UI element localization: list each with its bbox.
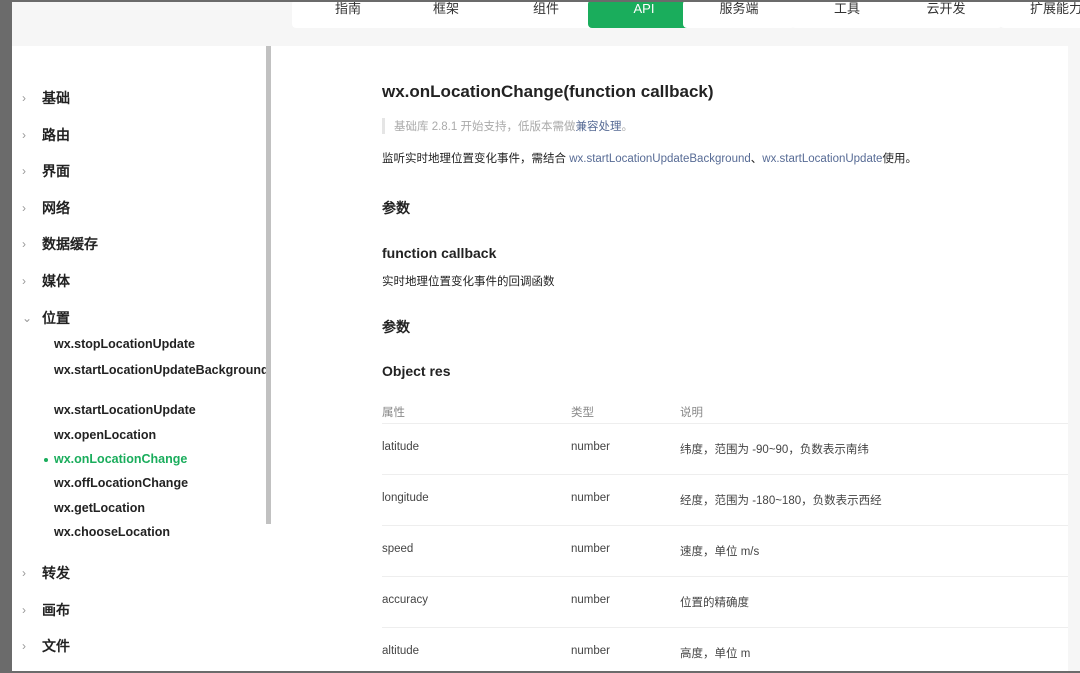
chevron-down-icon: ⌄	[22, 310, 33, 325]
chevron-right-icon: ›	[22, 200, 26, 215]
table-row: speed number 速度，单位 m/s	[382, 525, 1068, 576]
start-update-link[interactable]: wx.startLocationUpdate	[762, 153, 882, 165]
sidebar-category-label: 位置	[42, 309, 70, 326]
callback-heading: function callback	[382, 245, 497, 261]
col-header-property: 属性	[382, 407, 405, 419]
sidebar-category[interactable]: › 界面	[22, 161, 70, 181]
sidebar-category[interactable]: › 网络	[22, 198, 70, 218]
object-heading: Object res	[382, 363, 451, 379]
cell-desc: 经度，范围为 -180~180，负数表示西经	[680, 495, 882, 507]
top-nav: 指南 框架 组件 API 服务端 工具 云开发 扩展能力	[12, 2, 1080, 46]
cell-type: number	[571, 492, 610, 504]
chevron-right-icon: ›	[22, 91, 26, 105]
sidebar-item[interactable]: wx.startLocationUpdateBackground	[54, 361, 269, 379]
params-heading: 参数	[382, 200, 410, 216]
sidebar-item[interactable]: wx.startLocationUpdate	[54, 401, 244, 419]
sidebar-category-label: 网络	[42, 199, 70, 216]
cell-property: altitude	[382, 645, 420, 657]
chevron-right-icon: ›	[22, 602, 26, 617]
description: 监听实时地理位置变化事件，需结合 wx.startLocationUpdateB…	[382, 150, 917, 166]
sidebar-item[interactable]: wx.stopLocationUpdate	[54, 335, 244, 353]
sidebar-category[interactable]: › 转发	[22, 563, 70, 583]
browser-page: 指南 框架 组件 API 服务端 工具 云开发 扩展能力 › 基础 › 路由 › 界面 › 网络 › 数据缓存 ›…	[12, 2, 1080, 671]
cell-property: accuracy	[382, 594, 429, 606]
sidebar-category-label: 基础	[42, 90, 70, 106]
sidebar-item[interactable]: wx.offLocationChange	[54, 474, 244, 492]
desc-text: 监听实时地理位置变化事件，需结合	[382, 153, 570, 165]
sidebar-category-label: 路由	[42, 126, 70, 143]
sidebar-item[interactable]: wx.onLocationChange	[44, 450, 244, 468]
nav-tab[interactable]: 云开发	[890, 2, 1002, 28]
nav-tab[interactable]: 扩展能力	[1000, 2, 1080, 28]
sidebar-scrollbar[interactable]	[266, 46, 271, 524]
sidebar-category-label: 文件	[42, 638, 70, 655]
table-row: accuracy number 位置的精确度	[382, 576, 1068, 627]
version-note: 基础库 2.8.1 开始支持，低版本需做兼容处理。	[382, 118, 633, 134]
cell-desc: 高度，单位 m	[680, 648, 751, 660]
cell-type: number	[571, 441, 610, 453]
sidebar-category-label: 数据缓存	[42, 236, 98, 253]
sidebar-category-label: 转发	[42, 565, 70, 581]
compat-link[interactable]: 兼容处理	[575, 121, 621, 133]
chevron-right-icon: ›	[22, 127, 26, 142]
cell-type: number	[571, 594, 610, 606]
cell-property: latitude	[382, 441, 420, 453]
sidebar-item[interactable]: wx.openLocation	[54, 426, 244, 444]
note-suffix: 。	[621, 121, 633, 133]
doc-content: wx.onLocationChange(function callback) 基…	[272, 46, 1068, 671]
sidebar-category-label: 画布	[42, 601, 70, 618]
table-row: altitude number 高度，单位 m	[382, 627, 1068, 671]
chevron-right-icon: ›	[22, 566, 26, 580]
chevron-right-icon: ›	[22, 274, 26, 288]
sidebar-category[interactable]: › 文件	[22, 636, 70, 656]
sidebar-category[interactable]: › 数据缓存	[22, 234, 98, 254]
nav-tab[interactable]: 指南	[292, 2, 404, 28]
sidebar-category-label: 媒体	[42, 273, 70, 289]
cell-desc: 位置的精确度	[680, 597, 749, 609]
sidebar-item[interactable]: wx.getLocation	[54, 499, 244, 517]
table-row: latitude number 纬度，范围为 -90~90，负数表示南纬	[382, 423, 1068, 474]
chevron-right-icon: ›	[22, 639, 26, 654]
sidebar-item[interactable]: wx.chooseLocation	[54, 523, 244, 541]
sidebar-category-label: 界面	[42, 163, 70, 180]
sidebar-category[interactable]: ⌄ 位置	[22, 308, 70, 328]
table-row: longitude number 经度，范围为 -180~180，负数表示西经	[382, 474, 1068, 525]
start-bg-link[interactable]: wx.startLocationUpdateBackground	[569, 153, 751, 165]
desc-suffix: 使用。	[882, 153, 917, 165]
nav-tab[interactable]: 框架	[390, 2, 502, 28]
cell-type: number	[571, 543, 610, 555]
callback-desc: 实时地理位置变化事件的回调函数	[382, 276, 555, 288]
col-header-desc: 说明	[680, 407, 703, 419]
nav-tab[interactable]: 组件	[490, 2, 602, 28]
page-title: wx.onLocationChange(function callback)	[382, 82, 714, 101]
col-header-type: 类型	[571, 407, 594, 419]
chevron-right-icon: ›	[22, 164, 26, 179]
nav-tab[interactable]: 工具	[791, 2, 903, 28]
sidebar-category[interactable]: › 画布	[22, 600, 70, 620]
chevron-right-icon: ›	[22, 237, 26, 252]
sidebar-category[interactable]: › 路由	[22, 125, 70, 145]
sidebar-category[interactable]: › 媒体	[22, 271, 70, 291]
cell-property: longitude	[382, 492, 429, 504]
sidebar-category[interactable]: › 基础	[22, 88, 70, 108]
cell-desc: 纬度，范围为 -90~90，负数表示南纬	[680, 444, 869, 456]
cell-desc: 速度，单位 m/s	[680, 546, 760, 558]
cell-property: speed	[382, 543, 414, 555]
note-text: 基础库 2.8.1 开始支持，低版本需做	[394, 121, 576, 133]
desc-sep: 、	[750, 153, 763, 165]
sidebar: › 基础 › 路由 › 界面 › 网络 › 数据缓存 › 媒体 ⌄ 位置 wx.stopLocationUp…	[12, 46, 272, 671]
nav-tab[interactable]: 服务端	[683, 2, 795, 28]
cell-type: number	[571, 645, 610, 657]
params-heading-2: 参数	[382, 319, 410, 335]
